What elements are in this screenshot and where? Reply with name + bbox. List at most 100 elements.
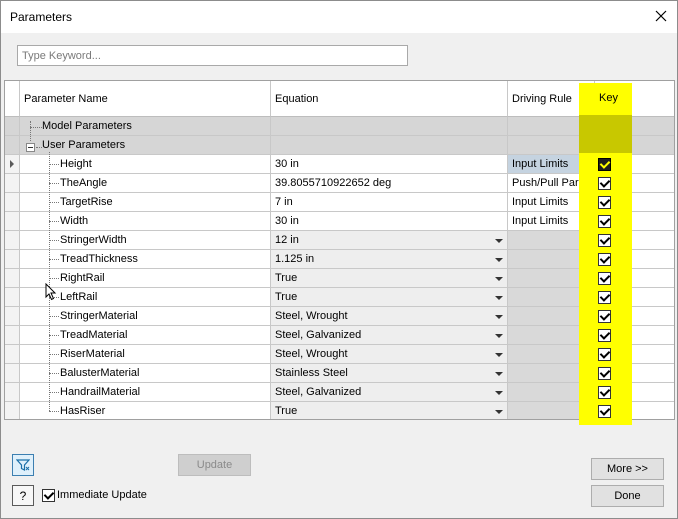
parameter-row[interactable]: BalusterMaterial Stainless Steel	[5, 364, 674, 383]
tree-line	[49, 316, 59, 317]
key-checkbox[interactable]	[598, 367, 611, 380]
row-selector[interactable]	[5, 402, 20, 419]
parameter-row[interactable]: TargetRise 7 in Input Limits	[5, 193, 674, 212]
parameter-equation[interactable]: 39.8055710922652 deg	[271, 174, 508, 193]
column-header-equation[interactable]: Equation	[271, 81, 508, 117]
immediate-update-checkbox[interactable]	[42, 489, 55, 502]
key-checkbox[interactable]	[598, 272, 611, 285]
key-checkbox[interactable]	[598, 386, 611, 399]
row-selector[interactable]	[5, 193, 20, 212]
collapse-toggle[interactable]	[26, 143, 35, 152]
key-checkbox[interactable]	[598, 291, 611, 304]
row-selector[interactable]	[5, 250, 20, 269]
dropdown-arrow-icon[interactable]	[495, 296, 503, 300]
search-input[interactable]	[17, 45, 408, 66]
parameter-equation[interactable]: True	[271, 288, 508, 307]
row-selector[interactable]	[5, 231, 20, 250]
parameter-equation[interactable]: Steel, Galvanized	[271, 383, 508, 402]
parameter-row[interactable]: LeftRail True	[5, 288, 674, 307]
parameter-row[interactable]: RiserMaterial Steel, Wrought	[5, 345, 674, 364]
group-label: Model Parameters	[20, 117, 271, 136]
key-checkbox[interactable]	[598, 158, 611, 171]
tree-line	[49, 183, 59, 184]
row-selector[interactable]	[5, 326, 20, 345]
parameter-equation[interactable]: 7 in	[271, 193, 508, 212]
parameter-row[interactable]: StringerMaterial Steel, Wrought	[5, 307, 674, 326]
dropdown-arrow-icon[interactable]	[495, 277, 503, 281]
dropdown-arrow-icon[interactable]	[495, 372, 503, 376]
dropdown-arrow-icon[interactable]	[495, 334, 503, 338]
parameter-row[interactable]: HasRiser True	[5, 402, 674, 419]
key-checkbox[interactable]	[598, 177, 611, 190]
tree-line	[49, 164, 59, 165]
group-equation-cell	[271, 136, 508, 155]
window-title: Parameters	[10, 10, 73, 24]
close-button[interactable]	[647, 3, 675, 29]
dropdown-arrow-icon[interactable]	[495, 258, 503, 262]
row-selector[interactable]	[5, 117, 20, 136]
parameter-row[interactable]: Height 30 in Input Limits	[5, 155, 674, 174]
parameter-equation[interactable]: 30 in	[271, 212, 508, 231]
key-checkbox[interactable]	[598, 234, 611, 247]
row-selector[interactable]	[5, 269, 20, 288]
parameter-equation[interactable]: 30 in	[271, 155, 508, 174]
tree-line	[49, 392, 59, 393]
key-checkbox[interactable]	[598, 310, 611, 323]
parameter-row[interactable]: TreadMaterial Steel, Galvanized	[5, 326, 674, 345]
help-icon: ?	[19, 488, 27, 503]
row-selector-header	[5, 81, 20, 117]
dropdown-arrow-icon[interactable]	[495, 315, 503, 319]
parameter-equation[interactable]: 1.125 in	[271, 250, 508, 269]
parameter-row[interactable]: TheAngle 39.8055710922652 deg Push/Pull …	[5, 174, 674, 193]
tree-line	[49, 259, 59, 260]
row-selector[interactable]	[5, 307, 20, 326]
tree-line	[49, 202, 59, 203]
row-selector[interactable]	[5, 174, 20, 193]
row-selector[interactable]	[5, 136, 20, 155]
more-button[interactable]: More >>	[591, 458, 664, 480]
row-selector[interactable]	[5, 212, 20, 231]
parameter-equation[interactable]: 12 in	[271, 231, 508, 250]
key-checkbox[interactable]	[598, 253, 611, 266]
tree-line	[36, 147, 42, 148]
key-checkbox[interactable]	[598, 405, 611, 418]
parameter-row[interactable]: TreadThickness 1.125 in	[5, 250, 674, 269]
dropdown-arrow-icon[interactable]	[495, 239, 503, 243]
tree-line	[30, 127, 42, 128]
parameter-equation[interactable]: True	[271, 402, 508, 419]
filter-button[interactable]	[12, 454, 34, 476]
row-pointer-icon	[10, 160, 14, 168]
row-selector[interactable]	[5, 155, 20, 174]
done-button[interactable]: Done	[591, 485, 664, 507]
dropdown-arrow-icon[interactable]	[495, 391, 503, 395]
row-selector[interactable]	[5, 364, 20, 383]
parameter-row[interactable]: RightRail True	[5, 269, 674, 288]
parameter-equation[interactable]: Steel, Galvanized	[271, 326, 508, 345]
mouse-cursor-icon	[45, 283, 57, 301]
parameter-row[interactable]: Width 30 in Input Limits	[5, 212, 674, 231]
filter-icon	[16, 459, 30, 471]
dropdown-arrow-icon[interactable]	[495, 410, 503, 414]
update-button[interactable]: Update	[178, 454, 251, 476]
parameter-equation[interactable]: True	[271, 269, 508, 288]
parameter-row[interactable]: StringerWidth 12 in	[5, 231, 674, 250]
parameter-row[interactable]: HandrailMaterial Steel, Galvanized	[5, 383, 674, 402]
row-selector[interactable]	[5, 288, 20, 307]
row-selector[interactable]	[5, 345, 20, 364]
column-header-name[interactable]: Parameter Name	[20, 81, 271, 117]
group-row-user[interactable]: User Parameters	[5, 136, 674, 155]
key-checkbox[interactable]	[598, 329, 611, 342]
group-row-model[interactable]: Model Parameters	[5, 117, 674, 136]
group-label: User Parameters	[20, 136, 271, 155]
parameter-equation[interactable]: Steel, Wrought	[271, 345, 508, 364]
parameter-equation[interactable]: Steel, Wrought	[271, 307, 508, 326]
dropdown-arrow-icon[interactable]	[495, 353, 503, 357]
parameter-equation[interactable]: Stainless Steel	[271, 364, 508, 383]
key-checkbox[interactable]	[598, 348, 611, 361]
key-checkbox[interactable]	[598, 215, 611, 228]
tree-line	[49, 335, 59, 336]
parameters-dialog: Parameters Parameter Name Equation Drivi…	[0, 0, 678, 519]
help-button[interactable]: ?	[12, 485, 34, 506]
key-checkbox[interactable]	[598, 196, 611, 209]
row-selector[interactable]	[5, 383, 20, 402]
